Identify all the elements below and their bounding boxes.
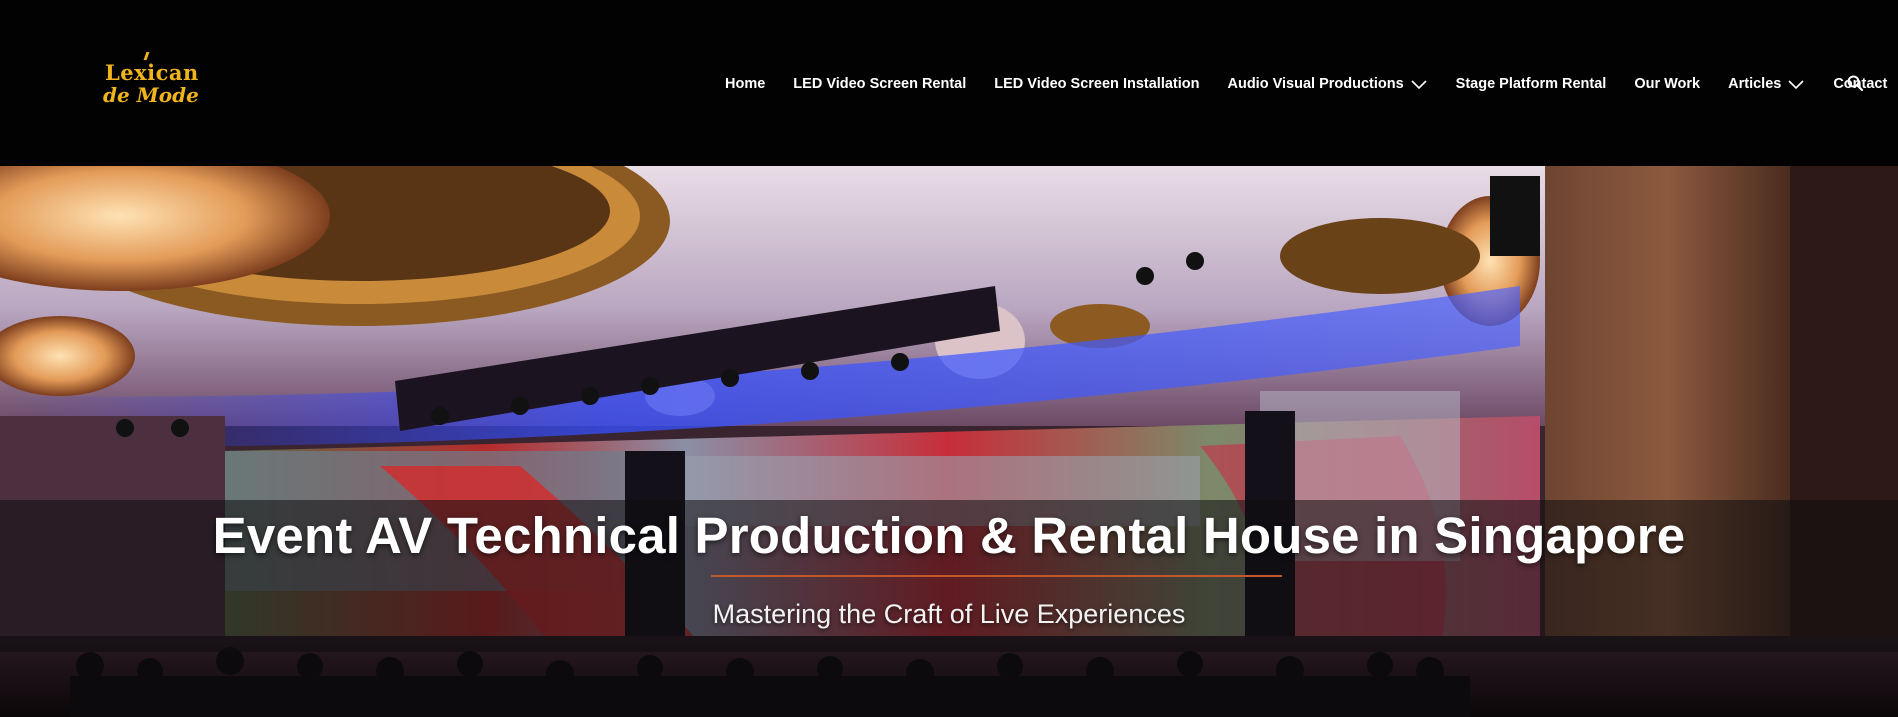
main-navigation: Home LED Video Screen Rental LED Video S… <box>725 73 1887 95</box>
nav-item-led-video-screen-rental[interactable]: LED Video Screen Rental <box>793 76 966 92</box>
nav-item-label: Audio Visual Productions <box>1227 76 1404 92</box>
logo-accent-mark <box>143 52 150 60</box>
nav-item-home[interactable]: Home <box>725 76 765 92</box>
hero-title: Event AV Technical Production & Rental H… <box>212 507 1686 564</box>
site-header: Lexican de Mode Home LED Video Screen Re… <box>0 0 1898 166</box>
nav-item-our-work[interactable]: Our Work <box>1634 76 1700 92</box>
nav-item-label: LED Video Screen Rental <box>793 76 967 92</box>
site-logo[interactable]: Lexican de Mode <box>103 52 199 110</box>
search-icon[interactable] <box>1846 74 1864 92</box>
nav-item-led-video-screen-installation[interactable]: LED Video Screen Installation <box>994 76 1199 92</box>
chevron-down-icon <box>1788 80 1804 90</box>
nav-item-label: LED Video Screen Installation <box>994 76 1200 92</box>
nav-item-stage-platform-rental[interactable]: Stage Platform Rental <box>1456 76 1607 92</box>
nav-item-label: Home <box>725 76 766 92</box>
nav-item-audio-visual-productions[interactable]: Audio Visual Productions <box>1227 76 1427 92</box>
nav-item-label: Our Work <box>1634 76 1701 92</box>
hero-banner: Event AV Technical Production & Rental H… <box>0 166 1898 717</box>
hero-title-divider <box>711 575 1282 577</box>
nav-item-label: Articles <box>1728 76 1782 92</box>
logo-text-line1: Lexican <box>105 60 199 85</box>
nav-item-label: Stage Platform Rental <box>1455 76 1607 92</box>
chevron-down-icon <box>1411 80 1427 90</box>
hero-subtitle: Mastering the Craft of Live Experiences <box>712 599 1186 629</box>
nav-item-articles[interactable]: Articles <box>1728 76 1805 92</box>
logo-text-line2: de Mode <box>103 83 199 107</box>
